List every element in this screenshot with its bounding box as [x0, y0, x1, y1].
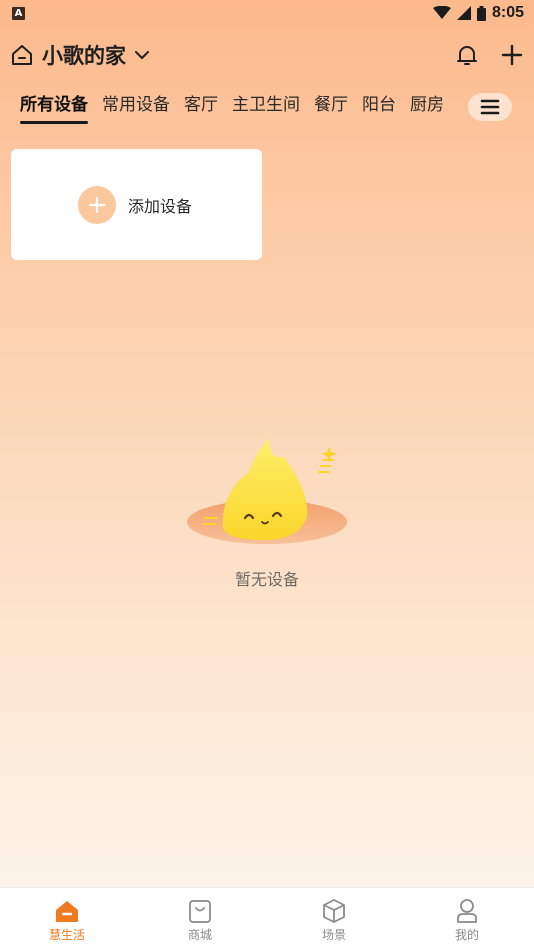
tab-list: 所有设备 常用设备 客厅 主卫生间 餐厅 阳台 厨房 — [20, 88, 460, 128]
tab-all-devices[interactable]: 所有设备 — [20, 88, 88, 124]
nav-item-scenes[interactable]: 场景 — [289, 896, 379, 943]
notification-button[interactable] — [452, 40, 482, 70]
add-device-label: 添加设备 — [128, 197, 193, 216]
nav-label: 场景 — [321, 928, 346, 942]
menu-icon — [480, 99, 500, 115]
wifi-icon — [432, 6, 451, 19]
house-outline-icon — [12, 45, 32, 65]
add-device-plus-icon — [78, 186, 116, 224]
tab-common-devices[interactable]: 常用设备 — [102, 88, 170, 124]
user-icon — [457, 899, 477, 923]
status-bar: A 8:05 — [0, 0, 534, 28]
tab-master-bathroom[interactable]: 主卫生间 — [232, 88, 300, 124]
status-badge: A — [12, 7, 25, 20]
status-time: 8:05 — [491, 4, 524, 21]
nav-label: 商城 — [187, 928, 212, 942]
plus-icon — [501, 44, 523, 66]
empty-mascot-illustration — [187, 438, 347, 544]
tab-menu-button[interactable] — [468, 93, 512, 121]
nav-label: 我的 — [454, 928, 479, 942]
add-device-card[interactable]: 添加设备 — [11, 149, 262, 260]
status-icons: 8:05 — [432, 4, 524, 22]
tab-kitchen[interactable]: 厨房 — [410, 88, 444, 124]
nav-item-me[interactable]: 我的 — [422, 896, 512, 943]
room-tabs: 所有设备 常用设备 客厅 主卫生间 餐厅 阳台 厨房 — [0, 88, 534, 128]
add-device-content: 添加设备 — [78, 186, 192, 224]
battery-icon — [476, 5, 486, 21]
home-name: 小歌的家 — [42, 44, 126, 68]
home-switcher[interactable]: 小歌的家 — [10, 40, 150, 70]
shopping-bag-icon — [189, 900, 211, 923]
bell-icon — [457, 46, 477, 65]
signal-icon — [456, 6, 471, 20]
tab-living-room[interactable]: 客厅 — [184, 88, 218, 124]
tab-dining-room[interactable]: 餐厅 — [314, 88, 348, 124]
nav-item-smart-life[interactable]: 慧生活 — [22, 896, 112, 943]
chevron-down-icon — [135, 51, 149, 59]
cube-icon — [323, 899, 345, 923]
bottom-nav: 慧生活 商城 场景 我的 — [0, 887, 534, 951]
empty-state-text: 暂无设备 — [234, 570, 299, 589]
nav-item-mall[interactable]: 商城 — [155, 896, 245, 943]
tab-balcony[interactable]: 阳台 — [362, 88, 396, 124]
add-button[interactable] — [497, 40, 527, 70]
home-icon — [56, 901, 78, 922]
nav-label: 慧生活 — [48, 928, 85, 942]
header: 小歌的家 — [0, 36, 534, 76]
